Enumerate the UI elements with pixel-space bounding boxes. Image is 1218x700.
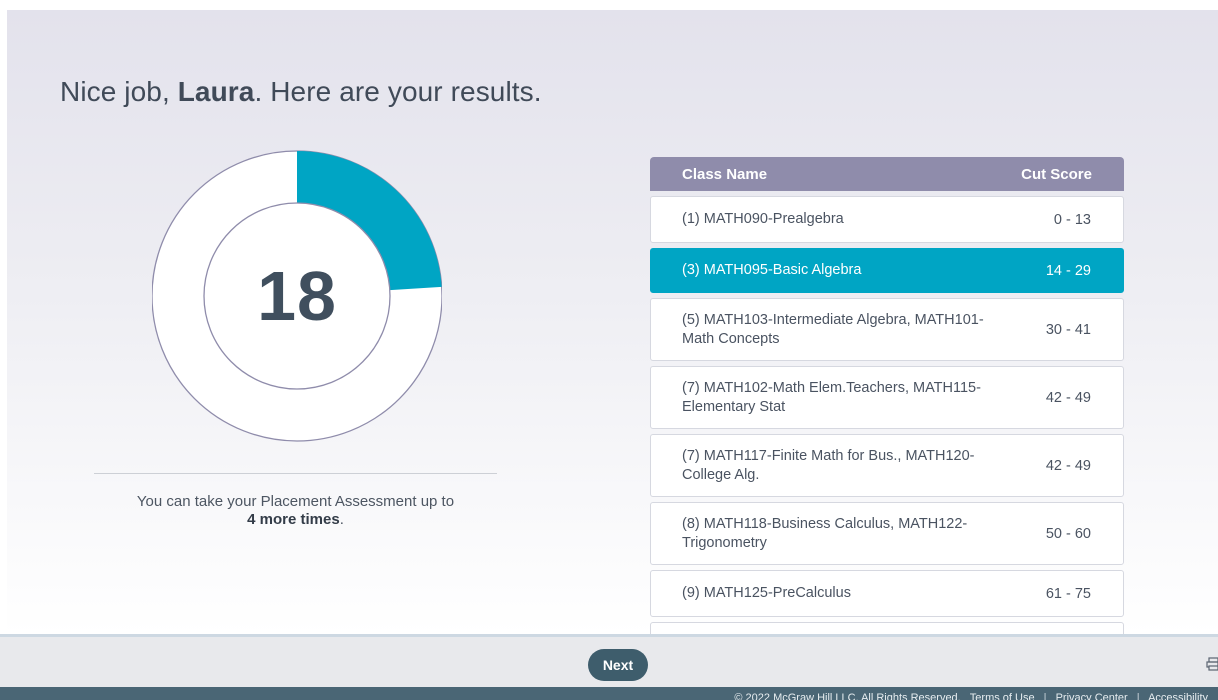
- row-class-name: (7) MATH117-Finite Math for Bus., MATH12…: [682, 447, 975, 483]
- title-prefix: Nice job,: [60, 76, 178, 107]
- footer-accessibility-link[interactable]: Accessibility: [1148, 692, 1208, 700]
- attempts-count: 4 more times: [247, 511, 340, 528]
- table-row: (1) MATH090-Prealgebra 0 - 13: [650, 196, 1124, 243]
- row-cut-score: 50 - 60: [1045, 525, 1091, 542]
- footer: © 2022 McGraw Hill LLC. All Rights Reser…: [0, 687, 1218, 700]
- table-row: (7) MATH117-Finite Math for Bus., MATH12…: [650, 434, 1124, 497]
- bottom-nav-bar: Next: [0, 634, 1218, 687]
- footer-copyright: © 2022 McGraw Hill LLC. All Rights Reser…: [734, 692, 961, 700]
- score-value: 18: [257, 257, 337, 335]
- column-header-class-name: Class Name: [682, 165, 768, 183]
- table-row-selected: (3) MATH095-Basic Algebra 14 - 29: [650, 248, 1124, 293]
- printer-icon[interactable]: [1206, 657, 1218, 671]
- row-cut-score: 0 - 13: [1053, 211, 1091, 228]
- row-class-name: (9) MATH125-PreCalculus: [682, 585, 851, 601]
- row-class-name: (8) MATH118-Business Calculus, MATH122-T…: [682, 515, 968, 551]
- page-title: Nice job, Laura. Here are your results.: [60, 76, 542, 108]
- row-cut-score: 30 - 41: [1045, 321, 1091, 338]
- table-row: (7) MATH102-Math Elem.Teachers, MATH115-…: [650, 366, 1124, 429]
- table-header: Class Name Cut Score: [650, 157, 1124, 191]
- table-row: (8) MATH118-Business Calculus, MATH122-T…: [650, 502, 1124, 565]
- footer-terms-link[interactable]: Terms of Use: [970, 692, 1035, 700]
- next-button[interactable]: Next: [588, 649, 648, 681]
- row-cut-score: 14 - 29: [1045, 262, 1091, 279]
- attempts-message: You can take your Placement Assessment u…: [94, 493, 497, 529]
- row-cut-score: 42 - 49: [1045, 389, 1091, 406]
- row-cut-score: 42 - 49: [1045, 457, 1091, 474]
- attempts-text: You can take your Placement Assessment u…: [136, 493, 455, 510]
- results-panel: Nice job, Laura. Here are your results. …: [7, 10, 1218, 636]
- title-suffix: . Here are your results.: [254, 76, 542, 107]
- table-row: (5) MATH103-Intermediate Algebra, MATH10…: [650, 298, 1124, 361]
- divider: [94, 473, 497, 474]
- attempts-period: .: [339, 511, 344, 528]
- row-class-name: (5) MATH103-Intermediate Algebra, MATH10…: [682, 311, 984, 347]
- footer-separator: |: [1043, 692, 1047, 700]
- table-row: (9) MATH125-PreCalculus 61 - 75: [650, 570, 1124, 617]
- placement-table: Class Name Cut Score (1) MATH090-Prealge…: [650, 157, 1124, 636]
- row-class-name: (1) MATH090-Prealgebra: [682, 211, 844, 227]
- student-name: Laura: [177, 76, 255, 107]
- row-class-name: (3) MATH095-Basic Algebra: [682, 262, 862, 278]
- row-class-name: (7) MATH102-Math Elem.Teachers, MATH115-…: [682, 379, 981, 415]
- footer-separator: |: [1136, 692, 1140, 700]
- column-header-cut-score: Cut Score: [1021, 165, 1092, 183]
- score-donut-chart: 18: [152, 147, 442, 445]
- footer-privacy-link[interactable]: Privacy Center: [1056, 692, 1128, 700]
- row-cut-score: 61 - 75: [1045, 585, 1091, 602]
